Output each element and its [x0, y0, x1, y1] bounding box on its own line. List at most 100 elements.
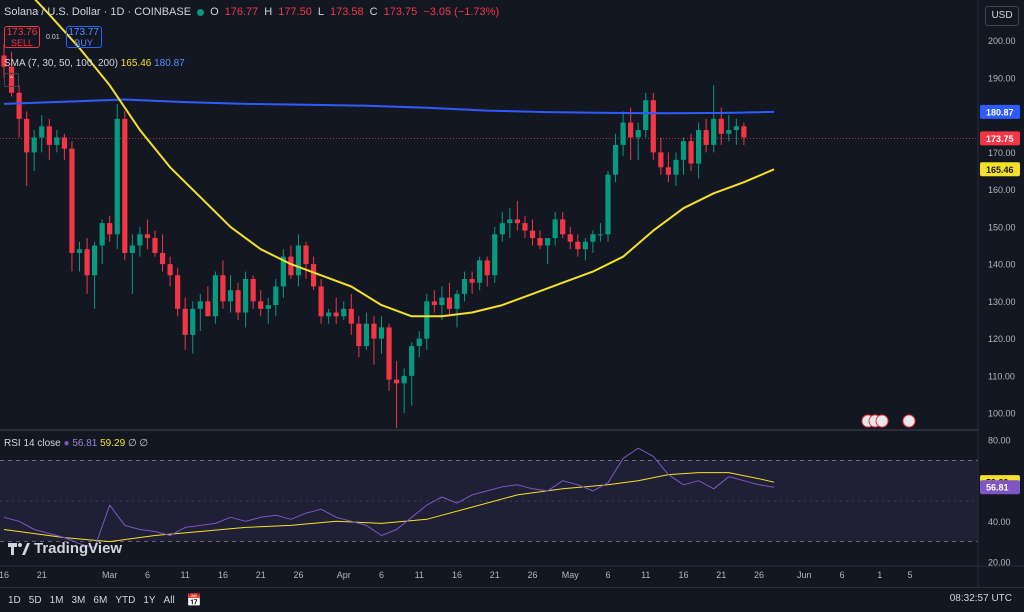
time-tick-label: 6 [379, 570, 384, 580]
candle-body [31, 137, 37, 153]
candle-body [590, 234, 596, 242]
candle-body [159, 252, 166, 265]
rsi-band-fill [0, 460, 978, 542]
goto-date-icon[interactable]: 📅 [187, 593, 202, 607]
range-button-all[interactable]: All [164, 595, 175, 606]
candle-body [303, 245, 309, 265]
candle-body [356, 323, 362, 347]
sma-50-price-tag: 165.46 [986, 165, 1014, 175]
time-tick-label: 11 [415, 570, 424, 580]
candle-body [492, 234, 498, 276]
range-button-ytd[interactable]: YTD [115, 595, 135, 606]
price-tick-label: 200.00 [988, 36, 1016, 46]
candle-body [431, 301, 437, 306]
candle-body [61, 137, 67, 149]
candle-body [741, 126, 747, 138]
candle-body [386, 327, 392, 380]
price-tick-label: 150.00 [988, 222, 1016, 232]
open-value: 176.77 [224, 6, 259, 18]
time-tick-label: 21 [716, 570, 726, 580]
candle-body [333, 312, 339, 317]
rsi-tick-label: 80.00 [988, 436, 1011, 446]
sma-legend-title: SMA (7, 30, 50, 100, 200) [4, 58, 118, 69]
high-label: H [264, 6, 273, 18]
range-button-1y[interactable]: 1Y [143, 595, 155, 606]
symbol-title[interactable]: Solana / U.S. Dollar · 1D · COINBASE [4, 6, 191, 18]
time-tick-label: Apr [337, 570, 351, 580]
candle-body [129, 245, 135, 253]
range-button-1d[interactable]: 1D [8, 595, 21, 606]
candle-body [726, 130, 732, 134]
candle-body [363, 323, 369, 347]
buy-price: 173.77 [68, 27, 99, 38]
candle-body [265, 305, 271, 309]
time-tick-label: 26 [527, 570, 537, 580]
candle-body [39, 126, 45, 138]
candle-body [212, 275, 218, 317]
range-button-1m[interactable]: 1M [50, 595, 64, 606]
tradingview-logo: TradingView [8, 540, 122, 557]
chart-canvas[interactable]: 100.00110.00120.00130.00140.00150.00160.… [0, 0, 1024, 611]
candle-body [635, 130, 641, 138]
candle-body [514, 219, 520, 224]
rsi-legend-value-2: 59.29 [100, 438, 126, 449]
buy-button[interactable]: 173.77 BUY [65, 26, 102, 48]
range-button-5d[interactable]: 5D [29, 595, 42, 606]
time-tick-label: Mar [102, 570, 118, 580]
candle-body [394, 379, 400, 384]
currency-select[interactable]: USD [985, 6, 1019, 26]
time-tick-label: 21 [37, 570, 47, 580]
candle-body [46, 126, 52, 145]
time-tick-label: 6 [605, 570, 610, 580]
symbol-header: Solana / U.S. Dollar · 1D · COINBASE O 17… [4, 6, 499, 18]
candle-body [243, 279, 249, 313]
settings-dot-icon: ● [63, 438, 70, 449]
candle-body [378, 327, 385, 339]
economic-event-icons[interactable] [858, 398, 928, 442]
bottom-toolbar: 1D 5D 1M 3M 6M YTD 1Y All 📅 08:32:57 UTC [0, 587, 1024, 612]
candle-body [620, 122, 626, 145]
candle-body [288, 256, 294, 276]
candle-body [16, 92, 22, 119]
candle-body [529, 230, 536, 239]
collapse-legend-icon[interactable]: ⌃ [4, 73, 19, 87]
price-tick-label: 100.00 [988, 409, 1016, 419]
sell-button[interactable]: 173.76 SELL [4, 26, 40, 48]
events-markers[interactable] [858, 398, 928, 447]
sma-legend[interactable]: SMA (7, 30, 50, 100, 200) 165.46 180.87 [4, 58, 185, 69]
candle-body [54, 137, 60, 145]
time-tick-label: 5 [907, 570, 912, 580]
candle-body [220, 275, 226, 302]
time-tick-label: 11 [181, 570, 190, 580]
range-button-6m[interactable]: 6M [93, 595, 107, 606]
candle-body [371, 323, 377, 339]
rsi-legend[interactable]: RSI 14 close ● 56.81 59.29 ∅ ∅ [4, 438, 148, 449]
price-tick-label: 160.00 [988, 185, 1016, 195]
candle-body [152, 238, 158, 253]
candle-body [122, 118, 128, 253]
price-tick-label: 170.00 [988, 148, 1016, 158]
candle-body [673, 159, 679, 175]
candle-body [643, 100, 649, 131]
candle-body [348, 308, 354, 324]
price-tick-label: 130.00 [988, 297, 1016, 307]
time-tick-label: 16 [218, 570, 228, 580]
clock[interactable]: 08:32:57 UTC [950, 593, 1012, 604]
sell-label: SELL [10, 38, 34, 48]
candle-body [650, 100, 656, 153]
candle-body [424, 301, 430, 339]
candle-body [597, 234, 604, 236]
candle-body [612, 144, 619, 175]
range-buttons: 1D 5D 1M 3M 6M YTD 1Y All [8, 595, 175, 606]
rsi-legend-extra: ∅ ∅ [127, 438, 149, 449]
tradingview-logo-icon [8, 542, 30, 555]
candle-body [310, 264, 317, 287]
candle-body [190, 308, 196, 335]
range-button-3m[interactable]: 3M [72, 595, 86, 606]
time-tick-label: May [562, 570, 580, 580]
candle-body [461, 279, 468, 294]
price-tick-label: 190.00 [988, 73, 1016, 83]
candle-body [175, 275, 181, 309]
price-tick-label: 120.00 [988, 334, 1016, 344]
candle-body [484, 260, 490, 276]
